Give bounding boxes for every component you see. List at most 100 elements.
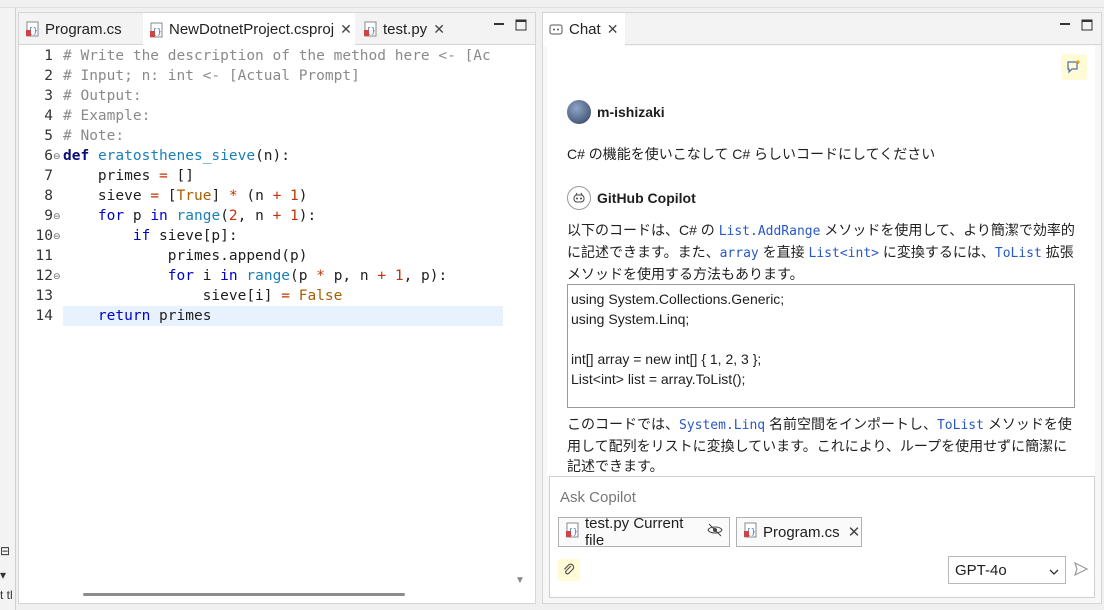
remove-chip-icon[interactable]: ✕ [848, 523, 861, 541]
csproj-file-icon: {} [149, 22, 165, 38]
model-selector[interactable]: GPT-4o [948, 556, 1066, 584]
new-chat-icon [1067, 60, 1080, 74]
line-number: 12 [35, 268, 53, 284]
chat-icon [549, 22, 565, 38]
code-line-4: # Example: [63, 108, 151, 124]
minimize-icon[interactable] [1059, 19, 1071, 34]
scrollbar-thumb[interactable] [83, 593, 405, 596]
inline-code: List.AddRange [718, 224, 821, 239]
reply-text: 名前空間をインポートし、 [765, 416, 937, 432]
copilot-reply-explanation: このコードでは、System.Linq 名前空間をインポートし、ToList メ… [567, 414, 1077, 476]
line-number: 9 [44, 208, 53, 224]
tab-chat[interactable]: Chat ✕ [543, 13, 625, 46]
send-button[interactable] [1072, 559, 1090, 579]
new-chat-button[interactable] [1061, 54, 1087, 80]
code-line-1: # Write the description of the method he… [63, 48, 491, 64]
csharp-file-icon: {} [25, 21, 41, 37]
inline-code: System.Linq [679, 418, 766, 433]
line-number: 1 [44, 48, 53, 64]
fold-toggle-icon[interactable]: ⊖ [53, 266, 63, 286]
csharp-file-icon: {} [743, 522, 759, 542]
user-avatar [567, 100, 591, 124]
tab-newdotnetproject-csproj[interactable]: {} NewDotnetProject.csproj ✕ [143, 13, 355, 46]
minimize-icon[interactable] [493, 19, 505, 34]
chevron-down-icon [1049, 564, 1059, 581]
tab-program-cs[interactable]: {} Program.cs [19, 13, 137, 45]
context-chip-program-cs[interactable]: {} Program.cs ✕ [736, 517, 862, 547]
code-editor-panel: {} Program.cs {} NewDotnetProject.csproj… [18, 12, 536, 604]
reply-text: 以下のコードは、C# の [567, 222, 719, 238]
copilot-message-header: GitHub Copilot [567, 186, 696, 210]
vertical-scrollbar[interactable]: ▼ [507, 46, 535, 586]
line-number-gutter: 1 2 3 4 5 6 7 8 9 10 11 12 13 14 ⊖ ⊖ ⊖ ⊖ [19, 46, 61, 586]
python-file-icon: {} [363, 21, 379, 37]
code-line-3: # Output: [63, 88, 142, 104]
eye-off-icon[interactable] [707, 523, 723, 541]
user-name: m-ishizaki [597, 104, 665, 120]
fold-toggle-icon[interactable]: ⊖ [53, 206, 63, 226]
left-side-strip: ⊟ ▾ t tl [0, 8, 16, 610]
inline-code: ToList [994, 246, 1042, 261]
context-chip-test-py[interactable]: {} test.py Current file [558, 515, 730, 549]
fold-toggle-icon[interactable]: ⊖ [53, 146, 63, 166]
line-number: 3 [44, 88, 53, 104]
code-block-line: List<int> list = array.ToList(); [571, 371, 746, 387]
tab-test-py[interactable]: {} test.py ✕ [357, 13, 447, 45]
tab-label: Program.cs [45, 20, 122, 38]
close-tab-icon[interactable]: ✕ [607, 21, 619, 38]
code-block-line [571, 329, 1071, 349]
chat-input-box[interactable]: Ask Copilot {} test.py Current file {} P… [549, 476, 1095, 598]
inline-code: array [719, 246, 759, 261]
code-line-6: def eratosthenes_sieve(n): [63, 148, 290, 164]
code-line-11: primes.append(p) [63, 248, 308, 264]
python-file-icon: {} [565, 522, 581, 542]
chat-conversation: m-ishizaki C# の機能を使いこなして C# らしいコードにしてくださ… [547, 46, 1095, 476]
chip-label: Program.cs [763, 523, 840, 541]
close-tab-icon[interactable]: ✕ [433, 21, 445, 38]
code-line-12: for i in range(p * p, n + 1, p): [167, 268, 448, 284]
code-block[interactable]: using System.Collections.Generic; using … [567, 284, 1075, 408]
line-number: 5 [44, 128, 53, 144]
copilot-name: GitHub Copilot [597, 190, 696, 206]
code-block-line: using System.Linq; [571, 311, 690, 327]
line-number: 6 [44, 148, 53, 164]
left-strip-icon: ⊟ [0, 544, 11, 558]
reply-text: に変換するには、 [878, 244, 995, 260]
code-area[interactable]: # Write the description of the method he… [63, 46, 503, 586]
user-message: C# の機能を使いこなして C# らしいコードにしてください [567, 146, 936, 162]
tab-label: test.py [383, 20, 428, 38]
code-line-2: # Input; n: int <- [Actual Prompt] [63, 68, 360, 84]
horizontal-scrollbar[interactable] [61, 586, 507, 603]
top-toolbar-strip [0, 0, 1104, 8]
line-number: 10 [35, 228, 53, 244]
line-number: 7 [44, 168, 53, 184]
send-icon [1073, 561, 1089, 577]
inline-code: List<int> [808, 246, 879, 261]
user-message-header: m-ishizaki [567, 100, 665, 124]
code-line-8: sieve = [True] * (n + 1) [63, 188, 308, 204]
line-number: 8 [44, 188, 53, 204]
left-strip-text: t tl [0, 588, 13, 602]
tab-label: NewDotnetProject.csproj [169, 21, 335, 38]
attach-button[interactable] [558, 559, 580, 581]
chat-tab-bar: Chat ✕ [543, 13, 1101, 46]
maximize-icon[interactable] [1081, 19, 1093, 34]
paperclip-icon [564, 563, 575, 575]
line-number: 14 [35, 308, 53, 324]
ask-copilot-input[interactable]: Ask Copilot [560, 489, 636, 506]
code-line-7: primes = [] [63, 168, 194, 184]
code-block-line: int[] array = new int[] { 1, 2, 3 }; [571, 351, 762, 367]
fold-toggle-icon[interactable]: ⊖ [53, 226, 63, 246]
scroll-down-icon[interactable]: ▼ [515, 575, 525, 586]
inline-code: ToList [936, 418, 984, 433]
maximize-icon[interactable] [515, 19, 527, 34]
left-strip-chevron-icon[interactable]: ▾ [0, 568, 6, 582]
close-tab-icon[interactable]: ✕ [340, 21, 352, 38]
code-line-9: for p in range(2, n + 1): [97, 208, 317, 224]
copilot-icon [567, 186, 591, 210]
line-number: 11 [35, 248, 53, 264]
code-line-10: if sieve[p]: [132, 228, 238, 244]
line-number: 4 [44, 108, 53, 124]
code-line-5: # Note: [63, 128, 125, 144]
chip-label: test.py Current file [585, 515, 684, 549]
